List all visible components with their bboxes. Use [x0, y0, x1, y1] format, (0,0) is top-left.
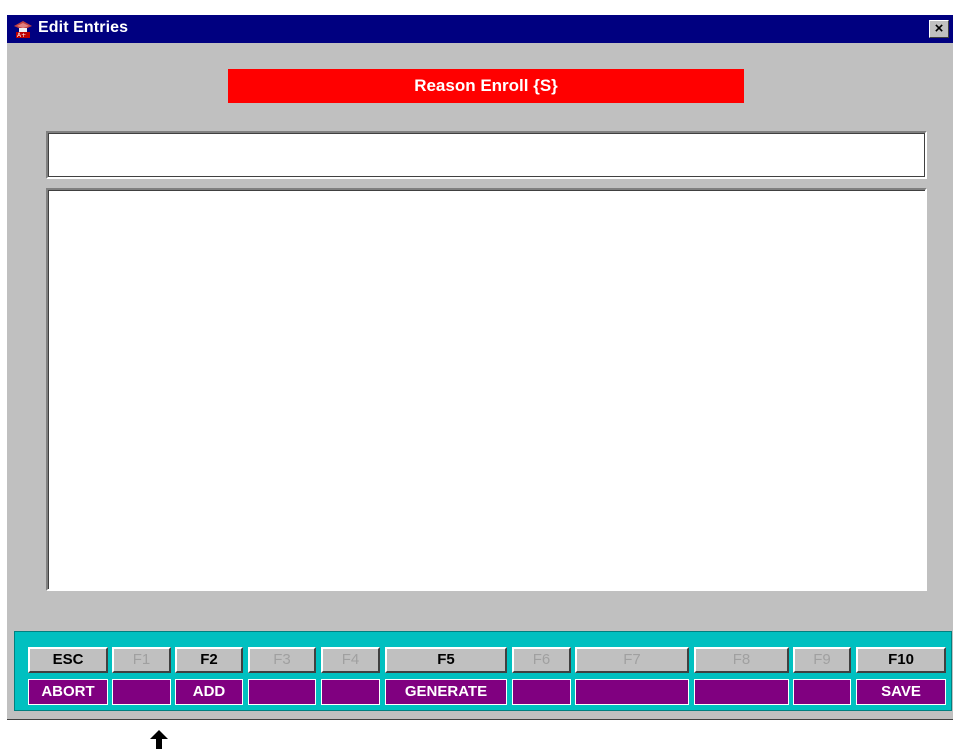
reason-enroll-banner: Reason Enroll {S}	[228, 69, 744, 103]
f9-action-button[interactable]	[793, 679, 851, 705]
add-action-button[interactable]: ADD	[175, 679, 243, 705]
f1-key-button[interactable]: F1	[112, 647, 171, 673]
entry-input[interactable]	[46, 131, 927, 179]
svg-text:A+: A+	[17, 32, 26, 39]
f8-key-button[interactable]: F8	[694, 647, 789, 673]
arrow-up-icon	[150, 730, 168, 749]
function-key-bar: ESC ABORT F1 F2 ADD F3 F4 F5 GENERATE F6…	[14, 631, 952, 711]
generate-action-button[interactable]: GENERATE	[385, 679, 507, 705]
esc-key-button[interactable]: ESC	[28, 647, 108, 673]
f4-key-button[interactable]: F4	[321, 647, 380, 673]
abort-action-button[interactable]: ABORT	[28, 679, 108, 705]
f6-key-button[interactable]: F6	[512, 647, 571, 673]
f4-action-button[interactable]	[321, 679, 380, 705]
graduation-cap-app-icon: A+	[13, 20, 33, 39]
f2-key-button[interactable]: F2	[175, 647, 243, 673]
entries-list[interactable]	[46, 188, 927, 591]
close-button[interactable]: ×	[929, 20, 949, 38]
title-bar: A+ Edit Entries ×	[7, 15, 953, 43]
f10-key-button[interactable]: F10	[856, 647, 946, 673]
f8-action-button[interactable]	[694, 679, 789, 705]
f7-key-button[interactable]: F7	[575, 647, 689, 673]
f3-key-button[interactable]: F3	[248, 647, 316, 673]
f3-action-button[interactable]	[248, 679, 316, 705]
window-title: Edit Entries	[38, 19, 129, 36]
f6-action-button[interactable]	[512, 679, 571, 705]
edit-entries-window: A+ Edit Entries × Reason Enroll {S} ESC …	[7, 15, 953, 720]
close-icon: ×	[934, 20, 944, 37]
save-action-button[interactable]: SAVE	[856, 679, 946, 705]
f5-key-button[interactable]: F5	[385, 647, 507, 673]
f7-action-button[interactable]	[575, 679, 689, 705]
f9-key-button[interactable]: F9	[793, 647, 851, 673]
f1-action-button[interactable]	[112, 679, 171, 705]
